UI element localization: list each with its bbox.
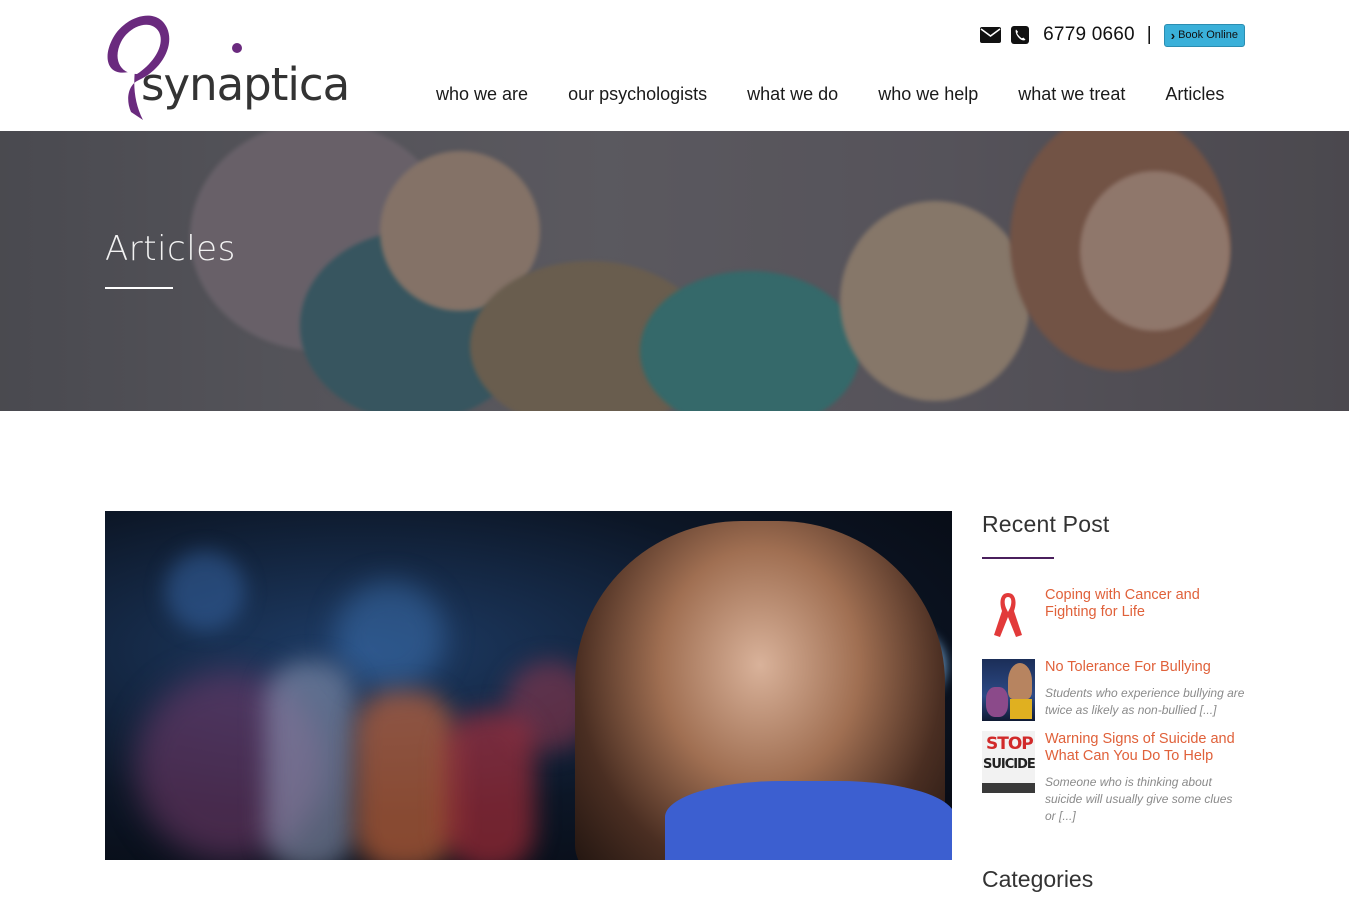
thumb-base <box>982 783 1035 793</box>
page-hero-banner: Articles <box>0 131 1349 411</box>
nav-articles[interactable]: Articles <box>1165 84 1224 105</box>
page-title: Articles <box>105 229 236 269</box>
post-title[interactable]: Coping with Cancer and Fighting for Life <box>1045 587 1245 621</box>
post-excerpt: Someone who is thinking about suicide wi… <box>1045 775 1233 823</box>
suicide-text: SUICIDE <box>983 757 1035 772</box>
phone-icon[interactable] <box>1009 24 1031 46</box>
bokeh-light <box>265 661 355 860</box>
main-nav: who we are our psychologists what we do … <box>436 84 1224 105</box>
hero-overlay <box>0 131 1349 411</box>
envelope-icon[interactable] <box>979 24 1001 46</box>
stop-text: STOP <box>986 734 1034 754</box>
ribbon-icon[interactable] <box>982 587 1035 649</box>
recent-post-heading: Recent Post <box>982 511 1110 537</box>
bokeh-light <box>445 711 535 860</box>
stop-suicide-thumbnail[interactable]: STOP SUICIDE <box>982 731 1035 793</box>
bokeh-light <box>165 551 245 631</box>
chevron-right-icon: › <box>1170 27 1176 43</box>
contact-bar: 6779 0660 | › Book Online <box>979 22 1245 48</box>
phone-number[interactable]: 6779 0660 <box>1043 24 1135 46</box>
categories-heading: Categories <box>982 866 1094 892</box>
title-underline <box>105 287 173 289</box>
book-online-label: Book Online <box>1178 29 1238 41</box>
nav-who-we-help[interactable]: who we help <box>878 84 978 105</box>
synaptica-logo[interactable]: synaptica <box>105 8 350 126</box>
site-header: synaptica 6779 0660 | › Book Online who … <box>0 0 1349 131</box>
heading-underline <box>982 557 1054 559</box>
featured-article-image[interactable] <box>105 511 952 860</box>
post-title[interactable]: No Tolerance For Bullying <box>1045 659 1245 676</box>
nav-what-we-treat[interactable]: what we treat <box>1018 84 1125 105</box>
nav-who-we-are[interactable]: who we are <box>436 84 528 105</box>
thumb-figure <box>1010 699 1032 719</box>
nav-what-we-do[interactable]: what we do <box>747 84 838 105</box>
post-excerpt: Students who experience bullying are twi… <box>1045 686 1245 717</box>
thumb-figure <box>1008 663 1032 699</box>
sidebar: Recent Post Coping with Cancer and Fight… <box>982 511 1245 823</box>
book-online-button[interactable]: › Book Online <box>1163 23 1245 47</box>
bullying-thumbnail[interactable] <box>982 659 1035 721</box>
nav-our-psychologists[interactable]: our psychologists <box>568 84 707 105</box>
post-title[interactable]: Warning Signs of Suicide and What Can Yo… <box>1045 731 1245 765</box>
girl-shirt <box>665 781 952 860</box>
bokeh-light <box>355 691 455 860</box>
thumb-figure <box>986 687 1008 717</box>
divider: | <box>1146 24 1152 45</box>
logo-wordmark: synaptica <box>141 58 350 111</box>
bokeh-light <box>335 581 445 691</box>
